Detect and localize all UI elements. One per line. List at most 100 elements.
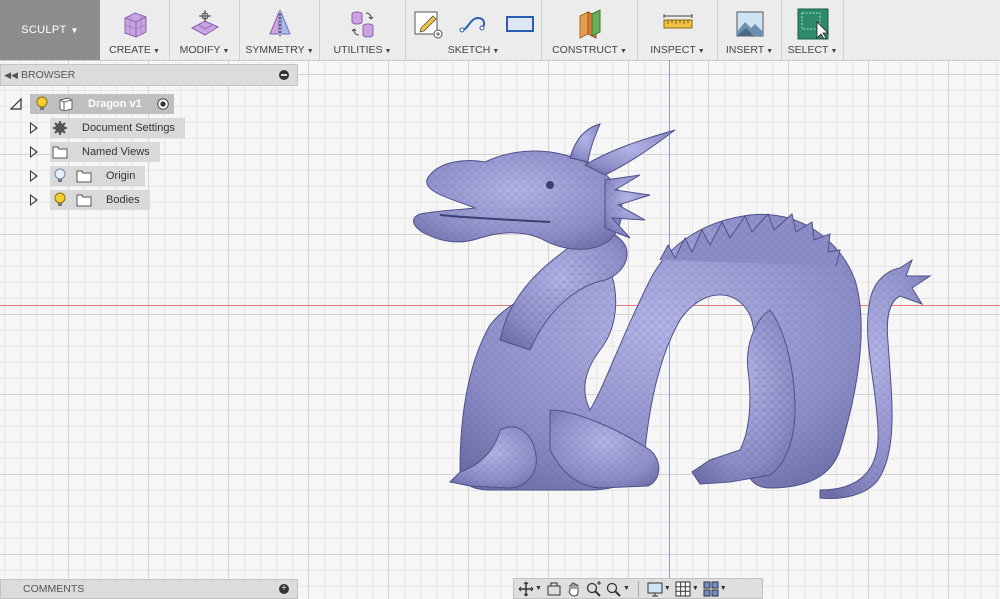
- display-settings-button[interactable]: ▼: [647, 580, 671, 598]
- modify-label: MODIFY: [179, 44, 221, 56]
- folder-icon: [76, 194, 92, 207]
- select-label: SELECT: [787, 44, 829, 56]
- expand-arrow-icon[interactable]: [30, 194, 38, 206]
- create-sketch-icon: [414, 11, 442, 39]
- browser-root-row[interactable]: Dragon v1: [10, 94, 174, 114]
- comments-panel-header[interactable]: COMMENTS +: [0, 579, 298, 599]
- zoom-button[interactable]: [586, 580, 602, 598]
- browser-item-named-views[interactable]: Named Views: [30, 142, 160, 162]
- utilities-icon: [351, 11, 373, 38]
- chevron-down-icon: ▼: [663, 585, 671, 592]
- activate-radio-icon[interactable]: [156, 97, 170, 111]
- visibility-bulb-icon[interactable]: [34, 96, 50, 112]
- zoom-window-icon: [606, 582, 621, 597]
- construct-plane-icon: [579, 9, 600, 39]
- viewports-button[interactable]: ▼: [703, 580, 727, 598]
- chevron-down-icon: ▼: [70, 25, 79, 35]
- chevron-down-icon: ▼: [830, 48, 838, 55]
- expanded-arrow-icon[interactable]: [10, 98, 22, 110]
- create-label: CREATE: [109, 44, 151, 56]
- workspace-switcher-button[interactable]: SCULPT ▼: [0, 0, 100, 60]
- orbit-button[interactable]: ▼: [518, 580, 542, 598]
- inspect-menu[interactable]: INSPECT ▼: [638, 0, 718, 60]
- folder-icon: [76, 170, 92, 183]
- browser-panel-header: ◀◀ BROWSER: [0, 64, 298, 86]
- utilities-label: UTILITIES: [333, 44, 383, 56]
- pan-icon: [568, 582, 579, 596]
- expand-arrow-icon[interactable]: [30, 170, 38, 182]
- navigation-bar: ▼ ▼ ▼ ▼ ▼: [513, 578, 763, 599]
- orbit-icon: [518, 581, 534, 596]
- visibility-bulb-off-icon[interactable]: [52, 168, 68, 184]
- spline-icon: [459, 16, 485, 33]
- chevron-down-icon: ▼: [691, 585, 699, 592]
- root-component-chip[interactable]: Dragon v1: [30, 94, 174, 114]
- gear-icon: [53, 121, 67, 135]
- symmetry-icon: [268, 10, 291, 37]
- chevron-down-icon: ▼: [492, 48, 500, 55]
- symmetry-label: SYMMETRY: [245, 44, 305, 56]
- pan-button[interactable]: [566, 580, 582, 598]
- component-icon: [59, 97, 73, 111]
- chevron-down-icon: ▼: [719, 585, 727, 592]
- dragon-model[interactable]: [400, 110, 940, 500]
- display-settings-icon: [647, 582, 663, 596]
- expand-arrow-icon[interactable]: [30, 122, 38, 134]
- chevron-down-icon: ▼: [222, 48, 230, 55]
- grid-settings-button[interactable]: ▼: [675, 580, 699, 598]
- named-views-label: Named Views: [82, 146, 150, 158]
- create-menu[interactable]: CREATE ▼: [100, 0, 170, 60]
- browser-item-bodies[interactable]: Bodies: [30, 190, 150, 210]
- chevron-down-icon: ▼: [622, 585, 630, 592]
- named-views-chip[interactable]: Named Views: [50, 142, 160, 162]
- utilities-menu[interactable]: UTILITIES ▼: [320, 0, 406, 60]
- bodies-chip[interactable]: Bodies: [50, 190, 150, 210]
- add-comment-icon[interactable]: +: [279, 584, 289, 594]
- expand-arrow-icon[interactable]: [30, 146, 38, 158]
- toolbar-spacer: [844, 0, 1000, 60]
- insert-menu[interactable]: INSERT ▼: [718, 0, 782, 60]
- modify-icon: [190, 10, 219, 36]
- chevron-down-icon: ▼: [766, 48, 774, 55]
- browser-title: BROWSER: [21, 69, 76, 81]
- zoom-window-button[interactable]: ▼: [606, 580, 630, 598]
- modify-menu[interactable]: MODIFY ▼: [170, 0, 240, 60]
- grid-icon: [675, 581, 691, 596]
- create-box-icon: [124, 12, 146, 38]
- look-at-icon: [547, 582, 561, 595]
- viewports-icon: [703, 581, 719, 596]
- visibility-bulb-icon[interactable]: [52, 192, 68, 208]
- navbar-divider: [637, 580, 639, 597]
- minimize-panel-icon[interactable]: [279, 70, 289, 80]
- chevron-down-icon: ▼: [152, 48, 160, 55]
- chevron-down-icon: ▼: [306, 48, 314, 55]
- origin-chip[interactable]: Origin: [50, 166, 146, 186]
- workspace-label: SCULPT: [21, 24, 67, 36]
- measure-icon: [663, 14, 692, 29]
- chevron-down-icon: ▼: [697, 48, 705, 55]
- insert-image-icon: [736, 11, 763, 37]
- browser-item-origin[interactable]: Origin: [30, 166, 146, 186]
- select-icon: [797, 8, 829, 40]
- zoom-icon: [586, 580, 601, 597]
- look-at-button[interactable]: [546, 580, 562, 598]
- symmetry-menu[interactable]: SYMMETRY ▼: [240, 0, 320, 60]
- select-menu[interactable]: SELECT ▼: [782, 0, 844, 60]
- document-settings-chip[interactable]: Document Settings: [50, 118, 185, 138]
- origin-label: Origin: [106, 170, 136, 182]
- sketch-label: SKETCH: [447, 44, 491, 56]
- chevron-down-icon: ▼: [384, 48, 392, 55]
- insert-label: INSERT: [725, 44, 765, 56]
- folder-icon: [52, 146, 68, 159]
- comments-title: COMMENTS: [23, 583, 85, 595]
- toolbar: SCULPT ▼ CREATE ▼ MODIFY ▼ SYMMETRY ▼ UT…: [0, 0, 1000, 61]
- construct-label: CONSTRUCT: [552, 44, 618, 56]
- construct-menu[interactable]: CONSTRUCT ▼: [542, 0, 638, 60]
- chevron-down-icon: ▼: [619, 48, 627, 55]
- browser-item-document-settings[interactable]: Document Settings: [30, 118, 185, 138]
- chevron-down-icon: ▼: [535, 585, 542, 592]
- sketch-menu[interactable]: SKETCH ▼: [406, 0, 542, 60]
- rectangle-icon: [505, 16, 534, 32]
- bodies-label: Bodies: [106, 194, 140, 206]
- collapse-panel-icon[interactable]: ◀◀: [1, 70, 21, 81]
